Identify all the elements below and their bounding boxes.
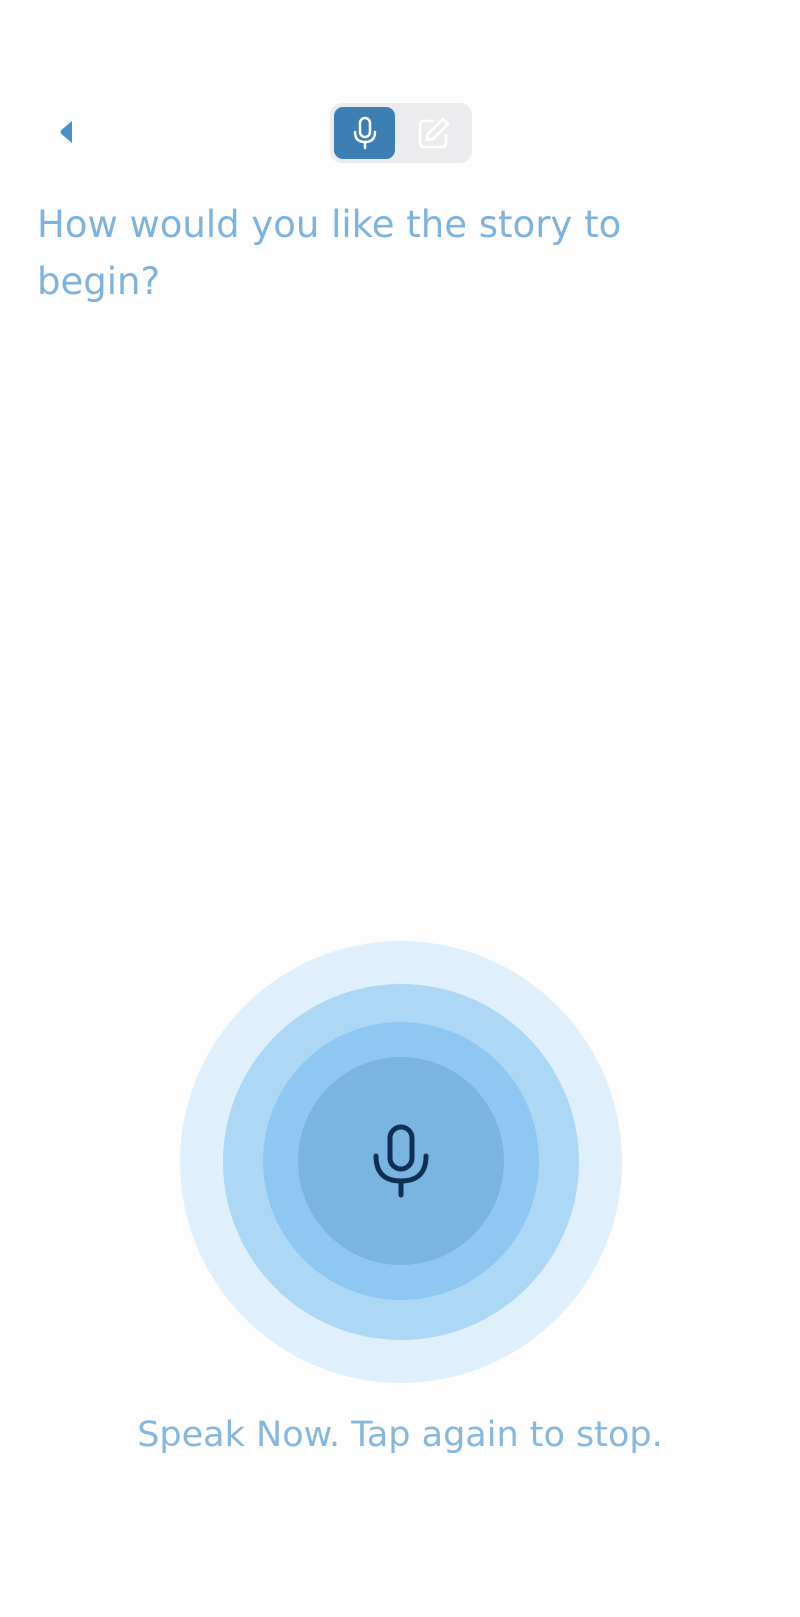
recording-status-text: Speak Now. Tap again to stop. <box>137 1415 663 1455</box>
record-visualizer <box>180 941 622 1383</box>
prompt-title: How would you like the story to begin? <box>37 203 622 303</box>
back-button[interactable] <box>48 110 84 154</box>
edit-icon <box>418 117 449 149</box>
voice-input-screen: How would you like the story to begin? S… <box>0 0 800 1617</box>
text-mode-button[interactable] <box>403 107 464 159</box>
voice-mode-button[interactable] <box>334 107 395 159</box>
chevron-left-icon <box>60 121 72 143</box>
microphone-icon <box>353 116 376 150</box>
record-button[interactable] <box>298 1057 504 1265</box>
input-mode-toggle <box>330 103 472 163</box>
microphone-icon <box>373 1124 429 1198</box>
